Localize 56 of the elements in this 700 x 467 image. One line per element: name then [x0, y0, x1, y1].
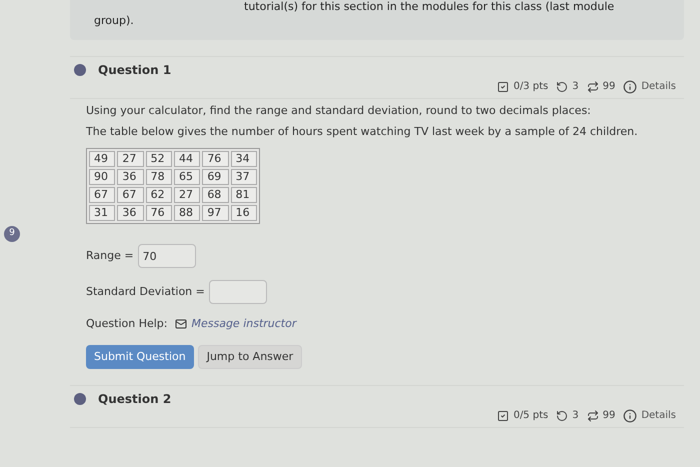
table-cell: 27	[117, 151, 144, 167]
checkbox-icon	[497, 80, 510, 92]
table-cell: 76	[202, 151, 229, 167]
retry-icon	[556, 410, 568, 422]
question-title: Question 1	[98, 62, 172, 79]
answer-box[interactable]	[208, 280, 267, 304]
table-cell: 16	[230, 205, 257, 221]
table-cell: 62	[146, 187, 172, 203]
table-cell: 67	[117, 187, 144, 203]
table-cell: 81	[230, 187, 257, 203]
retries-count: 3	[572, 80, 579, 94]
table-cell: 31	[89, 205, 116, 221]
points-text: 0/5 pts	[513, 409, 548, 423]
table-cell: 76	[146, 205, 172, 221]
retries-count: 3	[572, 409, 579, 423]
table-cell: 27	[174, 187, 200, 203]
repeat-icon	[586, 410, 599, 422]
info-icon	[623, 408, 638, 422]
intro-text: tutorial(s) for this section in the modules for this class (last module	[243, 0, 616, 14]
field-label: Range =	[86, 248, 134, 264]
table-cell: 34	[230, 151, 257, 167]
answer-box[interactable]: 70	[138, 244, 196, 268]
details-link[interactable]: Details	[641, 79, 676, 94]
table-cell: 97	[202, 205, 229, 221]
table-cell: 49	[89, 151, 116, 167]
description-text: The table below gives the number of hours spent watching TV last week by a sample of 24 children.	[86, 124, 639, 140]
repeat-icon	[586, 80, 599, 92]
instruction-text: Using your calculator, find the range and standard deviation, round to two decimals places:	[86, 103, 592, 119]
table-cell: 37	[230, 169, 257, 185]
question-title: Question 2	[98, 391, 172, 408]
attempts-count: 99	[602, 409, 616, 423]
sidebar-badge[interactable]: 9	[4, 226, 20, 242]
attempts-count: 99	[602, 80, 616, 94]
table-cell: 36	[117, 169, 144, 185]
retry-icon	[556, 80, 568, 92]
info-icon	[623, 80, 638, 94]
submit-button[interactable]: Submit Question	[86, 344, 194, 369]
mail-icon	[175, 318, 188, 330]
table-cell: 52	[146, 151, 172, 167]
field-label: Standard Deviation =	[86, 284, 205, 300]
intro-text: group).	[94, 14, 135, 28]
checkbox-icon	[497, 410, 510, 422]
table-cell: 68	[202, 187, 229, 203]
table-cell: 69	[202, 169, 229, 185]
table-cell: 90	[89, 169, 116, 185]
details-link[interactable]: Details	[641, 408, 676, 423]
help-label: Question Help:	[86, 316, 168, 332]
table-cell: 44	[174, 151, 200, 167]
table-cell: 36	[117, 205, 144, 221]
table-cell: 65	[174, 169, 200, 185]
message-link[interactable]: Message instructor	[191, 316, 296, 332]
table-cell: 88	[174, 205, 200, 221]
jump-button[interactable]: Jump to Answer	[198, 344, 302, 369]
table-cell: 78	[146, 169, 172, 185]
points-text: 0/3 pts	[513, 80, 548, 94]
table-cell: 67	[89, 187, 116, 203]
